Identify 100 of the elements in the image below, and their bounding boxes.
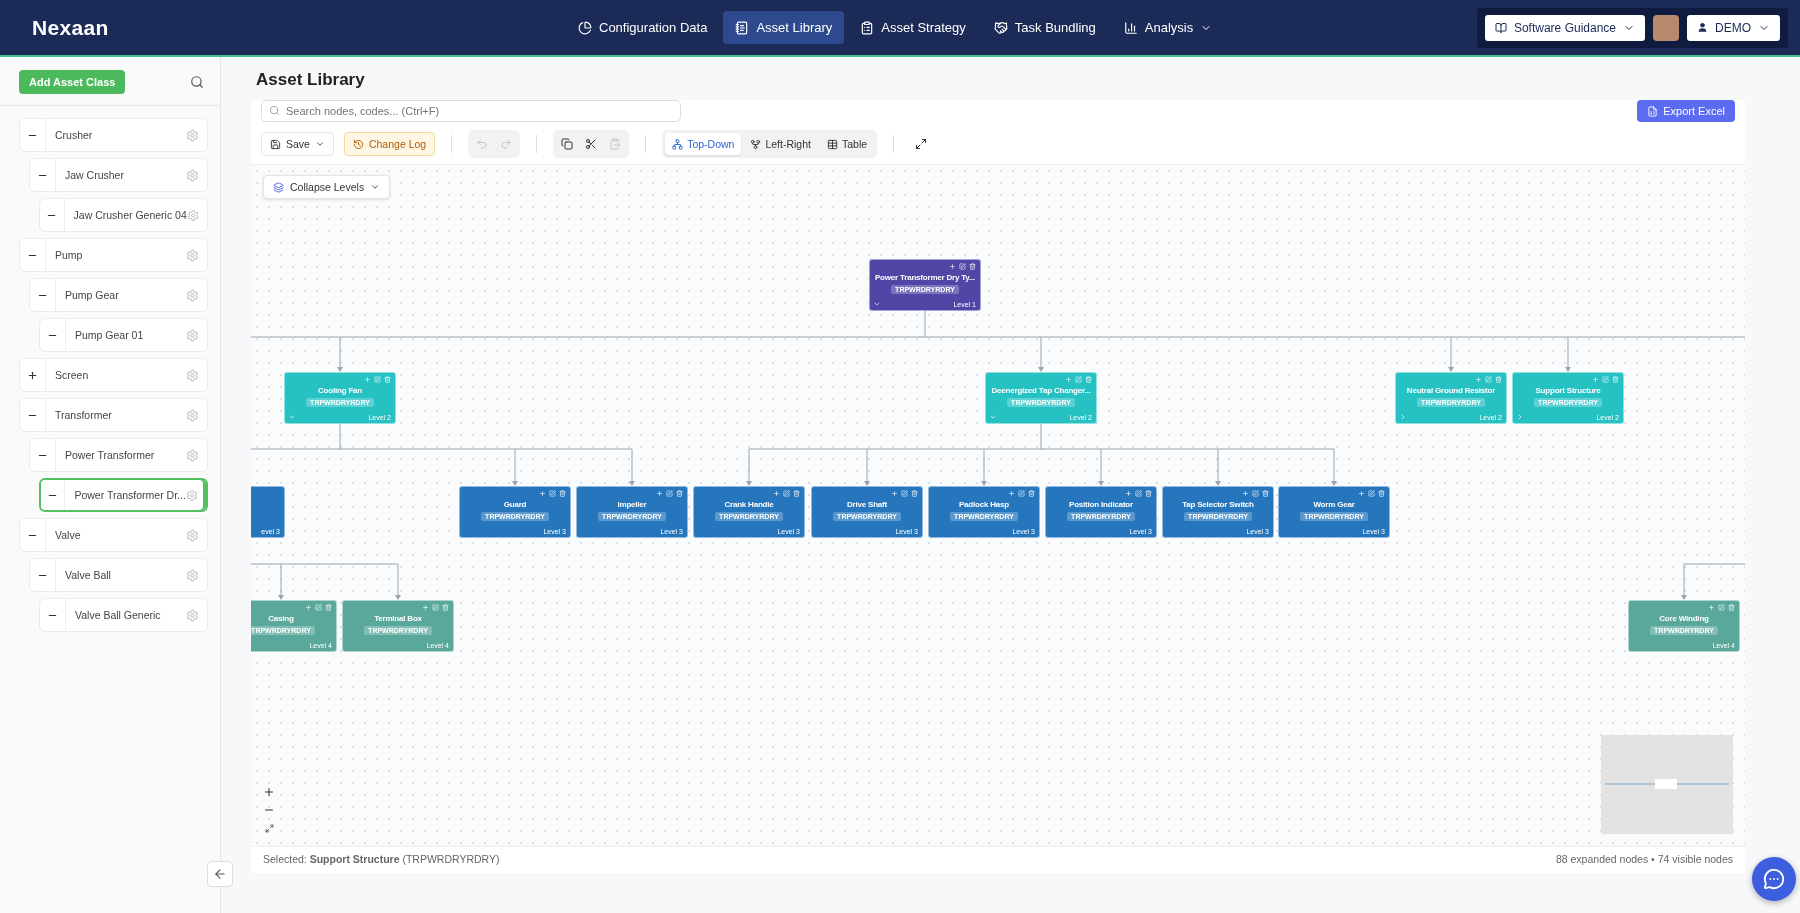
settings-icon[interactable] (185, 488, 198, 502)
trash-icon[interactable] (793, 490, 800, 497)
trash-icon[interactable] (1728, 604, 1735, 611)
add-icon[interactable] (422, 604, 429, 611)
add-icon[interactable] (891, 490, 898, 497)
nav-tab[interactable]: Analysis (1111, 11, 1225, 44)
export-button[interactable]: Export Excel (1637, 100, 1735, 122)
settings-icon[interactable] (186, 208, 199, 222)
selection-status: Selected: Support Structure (TRPWRDRYRDRY) (263, 853, 500, 865)
page-title: Asset Library (255, 69, 366, 91)
view-tab[interactable]: Top-Down (665, 133, 742, 155)
edit-icon[interactable] (432, 604, 439, 611)
trash-icon[interactable] (1262, 490, 1269, 497)
paste-icon (609, 138, 622, 150)
tree-item[interactable]: Transformer (19, 398, 208, 432)
nav-tab[interactable]: Task Bundling (981, 11, 1108, 44)
trash-icon[interactable] (969, 263, 976, 270)
add-icon[interactable] (364, 376, 371, 383)
trash-icon[interactable] (911, 490, 918, 497)
user-button[interactable]: DEMO (1687, 14, 1780, 41)
search-icon (269, 105, 280, 116)
chevron-right-icon[interactable] (1516, 413, 1524, 421)
nav-tab[interactable]: Asset Strategy (848, 11, 978, 44)
settings-icon[interactable] (186, 288, 199, 302)
chevron-right-icon[interactable] (1399, 413, 1407, 421)
edit-icon[interactable] (1718, 604, 1725, 611)
search-icon[interactable] (190, 75, 204, 89)
trash-icon[interactable] (676, 490, 683, 497)
history-icon (352, 138, 364, 150)
trash-icon[interactable] (1378, 490, 1385, 497)
tree-item[interactable]: Jaw Crusher (29, 158, 208, 192)
add-icon[interactable] (656, 490, 663, 497)
settings-icon[interactable] (186, 408, 199, 422)
tree-item-label: Valve Ball Generic (74, 609, 162, 621)
view-tab[interactable]: Left-Right (743, 133, 818, 155)
add-icon[interactable] (949, 263, 956, 270)
guidance-button[interactable]: Software Guidance (1484, 14, 1645, 41)
edit-icon[interactable] (783, 490, 790, 497)
nav-tab[interactable]: Configuration Data (566, 11, 720, 44)
add-icon[interactable] (1125, 490, 1132, 497)
add-icon[interactable] (305, 604, 312, 611)
tree-item[interactable]: Pump (19, 238, 208, 272)
settings-icon[interactable] (186, 368, 199, 382)
settings-icon[interactable] (186, 248, 199, 262)
tree-item[interactable]: Power Transformer Dr... (39, 478, 208, 512)
tree-item[interactable]: Crusher (19, 118, 208, 152)
trash-icon[interactable] (1028, 490, 1035, 497)
edit-icon[interactable] (959, 263, 966, 270)
logo[interactable]: Nexaan (32, 15, 109, 40)
settings-icon[interactable] (186, 528, 199, 542)
edit-icon[interactable] (1018, 490, 1025, 497)
tree-item[interactable]: Valve (19, 518, 208, 552)
settings-icon[interactable] (186, 328, 199, 342)
settings-icon[interactable] (186, 568, 199, 582)
tree-item[interactable]: Pump Gear 01 (39, 318, 208, 352)
tree-item[interactable]: Pump Gear (29, 278, 208, 312)
add-icon[interactable] (773, 490, 780, 497)
add-icon[interactable] (1358, 490, 1365, 497)
edit-icon[interactable] (315, 604, 322, 611)
trash-icon[interactable] (442, 604, 449, 611)
edit-icon[interactable] (1485, 376, 1492, 383)
tree-item[interactable]: Screen (19, 358, 208, 392)
tree-item[interactable]: Power Transformer (29, 438, 208, 472)
add-icon[interactable] (1475, 376, 1482, 383)
search-field[interactable]: Search nodes, codes... (Ctrl+F) (261, 100, 681, 122)
change-log-button[interactable]: Change Log (343, 132, 436, 156)
edit-icon[interactable] (1368, 490, 1375, 497)
settings-icon[interactable] (186, 128, 199, 142)
trash-icon[interactable] (559, 490, 566, 497)
collapse-levels-button[interactable]: Collapse Levels (263, 175, 391, 199)
trash-icon[interactable] (325, 604, 332, 611)
add-icon[interactable] (539, 490, 546, 497)
tree-item[interactable]: Valve Ball (29, 558, 208, 592)
edit-icon[interactable] (549, 490, 556, 497)
chevron-down-icon[interactable] (873, 300, 881, 308)
edit-icon[interactable] (1075, 376, 1082, 383)
settings-icon[interactable] (186, 448, 199, 462)
settings-icon[interactable] (186, 168, 199, 182)
save-button[interactable]: Save (261, 132, 334, 156)
edit-icon[interactable] (901, 490, 908, 497)
edit-icon[interactable] (666, 490, 673, 497)
add-icon[interactable] (1008, 490, 1015, 497)
nav-tab[interactable]: Asset Library (723, 11, 845, 44)
trash-icon[interactable] (1145, 490, 1152, 497)
minimap[interactable] (1601, 735, 1733, 834)
add-icon[interactable] (1242, 490, 1249, 497)
collapse-sidebar-button[interactable] (207, 861, 233, 887)
add-icon[interactable] (1592, 376, 1599, 383)
add-icon[interactable] (1065, 376, 1072, 383)
edit-icon[interactable] (1602, 376, 1609, 383)
tree-item[interactable]: Jaw Crusher Generic 04 (39, 198, 208, 232)
edit-icon[interactable] (1252, 490, 1259, 497)
edit-icon[interactable] (1135, 490, 1142, 497)
tree-item[interactable]: Valve Ball Generic (39, 598, 208, 632)
chat-button[interactable] (1752, 857, 1796, 901)
edit-icon[interactable] (374, 376, 381, 383)
add-icon[interactable] (1708, 604, 1715, 611)
avatar-placeholder[interactable] (1653, 14, 1679, 41)
settings-icon[interactable] (186, 608, 199, 622)
view-tab[interactable]: Table (819, 133, 875, 155)
